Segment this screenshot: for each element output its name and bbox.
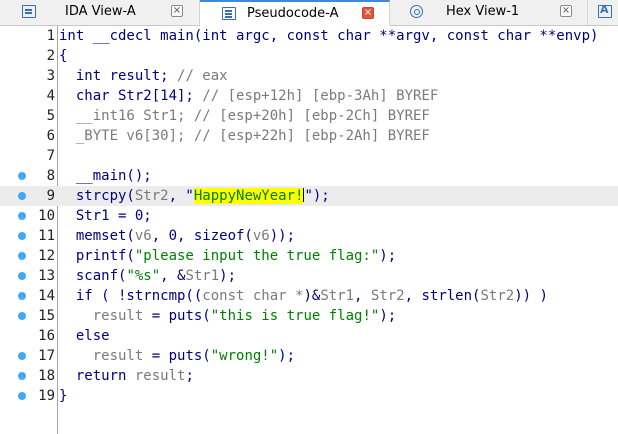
list-icon bbox=[22, 5, 36, 18]
code-line: 2 { bbox=[0, 46, 618, 66]
line-number: 7 bbox=[46, 148, 55, 164]
code-line: 6 _BYTE v6[30]; // [esp+22h] [ebp-2Ah] B… bbox=[0, 126, 618, 146]
line-number: 10 bbox=[38, 208, 55, 224]
line-number: 4 bbox=[46, 88, 55, 104]
structures-icon bbox=[598, 3, 612, 18]
tab-label: Hex View-1 bbox=[446, 4, 520, 19]
code-text[interactable]: if ( !strncmp((const char *)&Str1, Str2,… bbox=[59, 288, 548, 304]
code-text[interactable]: else bbox=[59, 328, 110, 344]
line-number: 1 bbox=[46, 28, 55, 44]
tab-pseudocode-a[interactable]: Pseudocode-A × bbox=[200, 0, 390, 26]
breakpoint-dot[interactable] bbox=[18, 312, 26, 320]
code-text[interactable]: int __cdecl main(int argc, const char **… bbox=[59, 28, 598, 44]
line-number: 12 bbox=[38, 248, 55, 264]
code-line: 13 scanf("%s", &Str1); bbox=[0, 266, 618, 286]
line-number: 2 bbox=[46, 48, 55, 64]
code-line-current: 9 strcpy(Str2, "HappyNewYear!"); bbox=[0, 186, 618, 206]
breakpoint-dot[interactable] bbox=[18, 352, 26, 360]
line-number: 16 bbox=[38, 328, 55, 344]
code-line: 3 int result; // eax bbox=[0, 66, 618, 86]
code-text[interactable]: } bbox=[59, 388, 67, 404]
search-highlight: HappyNewYear! bbox=[193, 188, 304, 204]
close-icon[interactable]: × bbox=[362, 7, 374, 19]
close-icon[interactable]: × bbox=[560, 5, 572, 17]
code-text[interactable]: printf("please input the true flag:"); bbox=[59, 248, 396, 264]
code-text[interactable]: Str1 = 0; bbox=[59, 208, 152, 224]
code-text[interactable]: __int16 Str1; // [esp+20h] [ebp-2Ch] BYR… bbox=[59, 108, 430, 124]
breakpoint-dot[interactable] bbox=[18, 372, 26, 380]
code-line: 15 result = puts("this is true flag!"); bbox=[0, 306, 618, 326]
breakpoint-dot[interactable] bbox=[18, 272, 26, 280]
tab-ida-view-a[interactable]: IDA View-A × bbox=[0, 0, 200, 25]
code-text[interactable]: __main(); bbox=[59, 168, 152, 184]
code-line: 11 memset(v6, 0, sizeof(v6)); bbox=[0, 226, 618, 246]
breakpoint-dot[interactable] bbox=[18, 392, 26, 400]
code-text[interactable]: result = puts("wrong!"); bbox=[59, 348, 295, 364]
code-text[interactable]: scanf("%s", &Str1); bbox=[59, 268, 236, 284]
line-number: 17 bbox=[38, 348, 55, 364]
line-number: 6 bbox=[46, 128, 55, 144]
code-line: 17 result = puts("wrong!"); bbox=[0, 346, 618, 366]
line-number: 11 bbox=[38, 228, 55, 244]
breakpoint-dot[interactable] bbox=[18, 232, 26, 240]
close-icon[interactable]: × bbox=[171, 5, 183, 17]
tab-hex-view-1[interactable]: Hex View-1 × bbox=[390, 0, 588, 25]
code-text[interactable]: _BYTE v6[30]; // [esp+22h] [ebp-2Ah] BYR… bbox=[59, 128, 430, 144]
code-text[interactable]: int result; // eax bbox=[59, 68, 228, 84]
code-text[interactable]: char Str2[14]; // [esp+12h] [ebp-3Ah] BY… bbox=[59, 88, 438, 104]
code-line: 12 printf("please input the true flag:")… bbox=[0, 246, 618, 266]
code-text[interactable]: return result; bbox=[59, 368, 194, 384]
breakpoint-dot[interactable] bbox=[18, 192, 26, 200]
document-icon bbox=[222, 7, 236, 20]
code-line: 16 else bbox=[0, 326, 618, 346]
line-number: 8 bbox=[46, 168, 55, 184]
line-number: 3 bbox=[46, 68, 55, 84]
tab-label: IDA View-A bbox=[65, 4, 136, 19]
breakpoint-dot[interactable] bbox=[18, 252, 26, 260]
code-line: 18 return result; bbox=[0, 366, 618, 386]
breakpoint-dot[interactable] bbox=[18, 292, 26, 300]
line-number: 9 bbox=[46, 188, 55, 204]
tab-bar: IDA View-A × Pseudocode-A × Hex View-1 × bbox=[0, 0, 618, 26]
code-line: 10 Str1 = 0; bbox=[0, 206, 618, 226]
hex-icon bbox=[410, 5, 423, 18]
tab-label: Pseudocode-A bbox=[247, 6, 339, 21]
line-number: 13 bbox=[38, 268, 55, 284]
code-line: 4 char Str2[14]; // [esp+12h] [ebp-3Ah] … bbox=[0, 86, 618, 106]
code-line: 5 __int16 Str1; // [esp+20h] [ebp-2Ch] B… bbox=[0, 106, 618, 126]
line-number: 18 bbox=[38, 368, 55, 384]
line-number: 19 bbox=[38, 388, 55, 404]
breakpoint-dot[interactable] bbox=[18, 212, 26, 220]
code-line: 7 bbox=[0, 146, 618, 166]
code-line: 8 __main(); bbox=[0, 166, 618, 186]
pseudocode-editor[interactable]: 1 int __cdecl main(int argc, const char … bbox=[0, 26, 618, 434]
line-number: 5 bbox=[46, 108, 55, 124]
code-text[interactable]: strcpy(Str2, "HappyNewYear!"); bbox=[59, 188, 330, 204]
code-line: 1 int __cdecl main(int argc, const char … bbox=[0, 26, 618, 46]
breakpoint-dot[interactable] bbox=[18, 172, 26, 180]
line-number: 14 bbox=[38, 288, 55, 304]
code-text[interactable]: memset(v6, 0, sizeof(v6)); bbox=[59, 228, 295, 244]
code-text[interactable]: { bbox=[59, 48, 67, 64]
line-number: 15 bbox=[38, 308, 55, 324]
tab-structures[interactable] bbox=[588, 0, 618, 25]
code-line: 14 if ( !strncmp((const char *)&Str1, St… bbox=[0, 286, 618, 306]
code-line: 19 } bbox=[0, 386, 618, 406]
code-text[interactable]: result = puts("this is true flag!"); bbox=[59, 308, 396, 324]
